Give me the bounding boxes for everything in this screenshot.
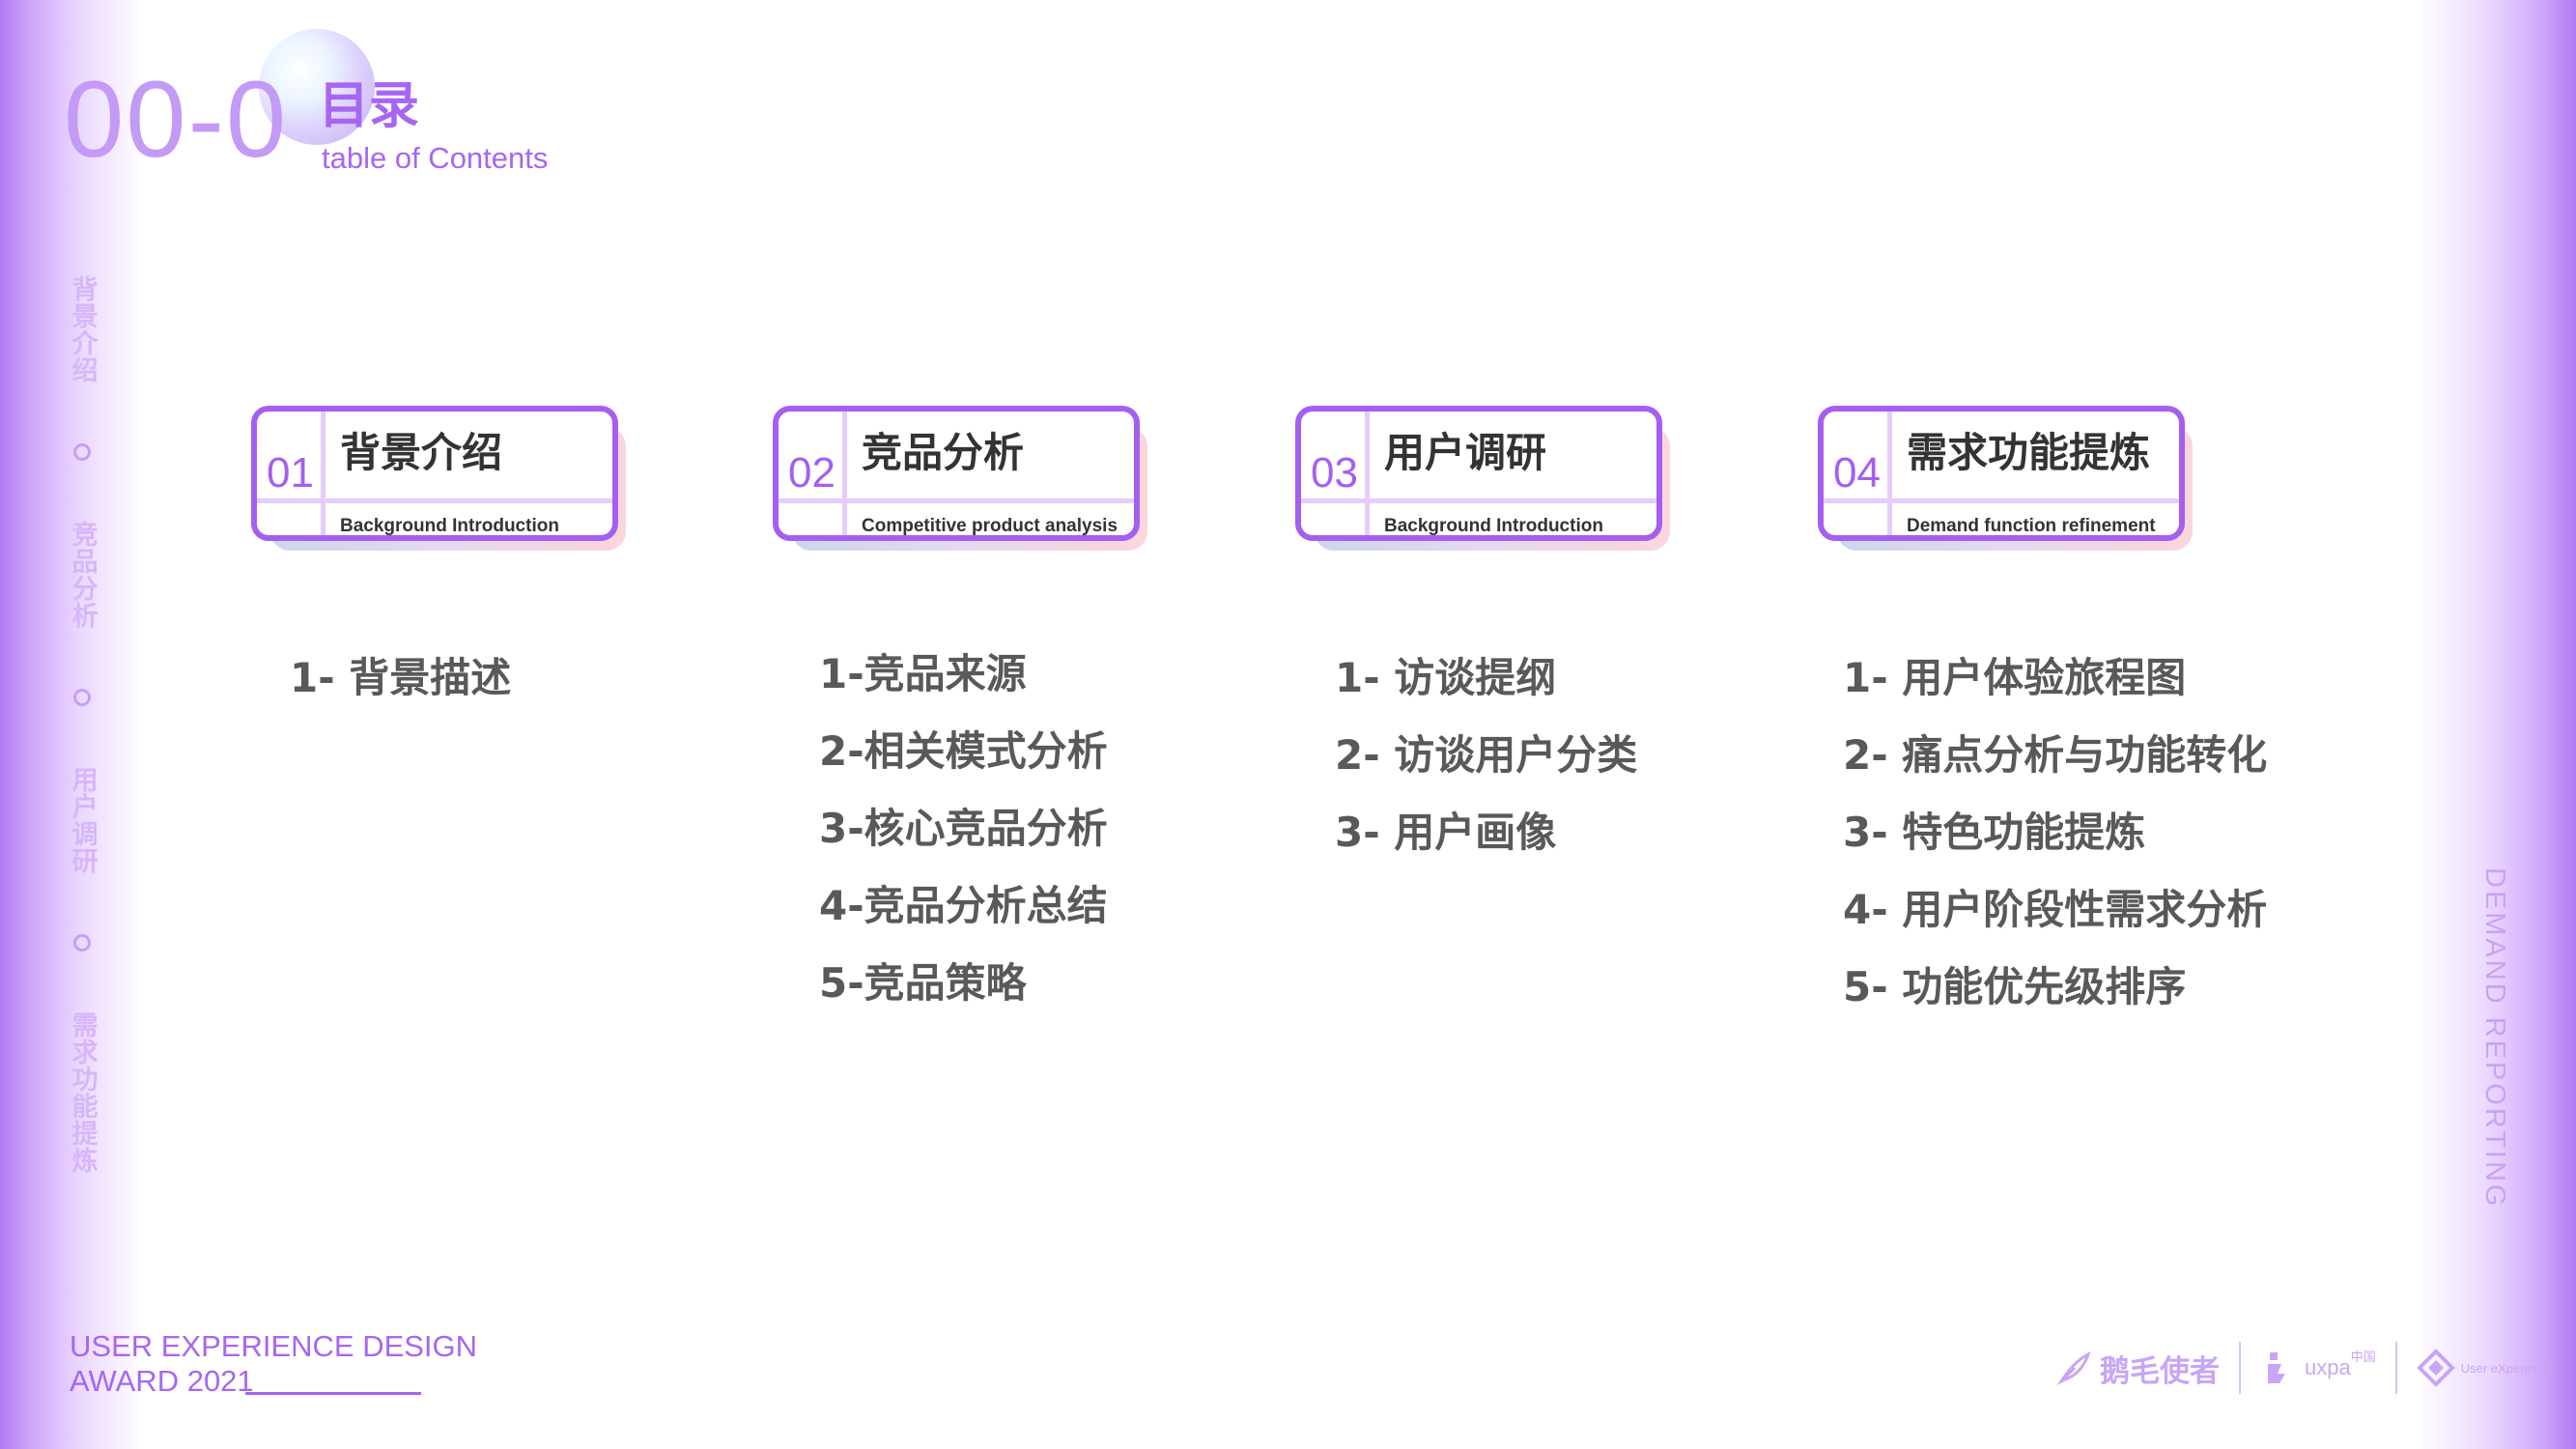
card-number: 04 bbox=[1833, 449, 1881, 497]
card-subtitle: Background Introduction bbox=[340, 516, 559, 536]
logo-divider bbox=[2394, 1342, 2397, 1394]
card-divider-vertical bbox=[842, 412, 847, 535]
list-item[interactable]: 2- 痛点分析与功能转化 bbox=[1843, 724, 2267, 802]
section-card-03[interactable]: 03 用户调研 Background Introduction bbox=[1295, 406, 1672, 551]
side-nav-requirements[interactable]: 需求功能提炼 bbox=[68, 1011, 98, 1174]
card-title: 竞品分析 bbox=[862, 429, 1025, 476]
card-divider-horizontal bbox=[1301, 498, 1656, 503]
award-line-1: USER EXPERIENCE DESIGN bbox=[70, 1329, 478, 1363]
list-item[interactable]: 3-核心竞品分析 bbox=[819, 798, 1108, 875]
list-item[interactable]: 2-相关模式分析 bbox=[819, 721, 1108, 798]
side-navigation: 背景介绍 竞品分析 用户调研 需求功能提炼 bbox=[64, 275, 100, 1174]
card-frame: 01 背景介绍 Background Introduction bbox=[251, 406, 618, 541]
ux-logo-text: User eXperience bbox=[2460, 1360, 2555, 1376]
side-nav-research[interactable]: 用户调研 bbox=[68, 766, 98, 874]
card-divider-horizontal bbox=[778, 498, 1134, 503]
section-01-list: 1- 背景描述 bbox=[290, 647, 511, 724]
list-item[interactable]: 3- 用户画像 bbox=[1335, 802, 1637, 879]
side-nav-competitive[interactable]: 竞品分析 bbox=[68, 521, 98, 629]
card-frame: 03 用户调研 Background Introduction bbox=[1295, 406, 1662, 541]
section-04-list: 1- 用户体验旅程图 2- 痛点分析与功能转化 3- 特色功能提炼 4- 用户阶… bbox=[1843, 647, 2267, 1034]
list-item[interactable]: 5- 功能优先级排序 bbox=[1843, 956, 2267, 1034]
side-nav-dot bbox=[73, 443, 91, 461]
ux-diamond-icon bbox=[2416, 1349, 2455, 1387]
section-02-list: 1-竞品来源 2-相关模式分析 3-核心竞品分析 4-竞品分析总结 5-竞品策略 bbox=[819, 643, 1108, 1030]
side-nav-background[interactable]: 背景介绍 bbox=[68, 275, 98, 384]
card-title: 需求功能提炼 bbox=[1907, 429, 2151, 476]
side-nav-dot bbox=[73, 689, 91, 706]
card-number: 01 bbox=[267, 449, 314, 497]
list-item[interactable]: 1- 访谈提纲 bbox=[1335, 647, 1637, 724]
right-gradient-edge bbox=[2417, 0, 2576, 1449]
page-subtitle: table of Contents bbox=[322, 141, 549, 175]
page-title: 目录 bbox=[319, 77, 420, 135]
list-item[interactable]: 1- 背景描述 bbox=[290, 647, 511, 724]
card-number: 02 bbox=[788, 449, 835, 497]
list-item[interactable]: 1- 用户体验旅程图 bbox=[1843, 647, 2267, 724]
card-divider-horizontal bbox=[1824, 498, 2179, 503]
card-subtitle: Competitive product analysis bbox=[862, 516, 1118, 536]
list-item[interactable]: 4- 用户阶段性需求分析 bbox=[1843, 879, 2267, 956]
section-card-04[interactable]: 04 需求功能提炼 Demand function refinement bbox=[1818, 406, 2194, 551]
card-frame: 04 需求功能提炼 Demand function refinement bbox=[1818, 406, 2185, 541]
uxpa-figure-icon bbox=[2268, 1352, 2285, 1383]
section-number: 00-0 bbox=[64, 59, 289, 180]
card-subtitle: Background Introduction bbox=[1384, 516, 1603, 536]
brand-logo-text: 鹅毛使者 bbox=[2100, 1353, 2220, 1389]
card-divider-horizontal bbox=[257, 498, 612, 503]
uxpa-badge: 中国 bbox=[2350, 1350, 2376, 1364]
card-divider-vertical bbox=[1887, 412, 1892, 535]
award-underline bbox=[245, 1392, 421, 1395]
logo-divider bbox=[2239, 1342, 2241, 1394]
section-03-list: 1- 访谈提纲 2- 访谈用户分类 3- 用户画像 bbox=[1335, 647, 1637, 879]
card-title: 背景介绍 bbox=[340, 429, 503, 476]
list-item[interactable]: 3- 特色功能提炼 bbox=[1843, 802, 2267, 879]
card-subtitle: Demand function refinement bbox=[1907, 516, 2156, 536]
card-divider-vertical bbox=[1365, 412, 1370, 535]
section-card-02[interactable]: 02 竞品分析 Competitive product analysis bbox=[773, 406, 1149, 551]
card-title: 用户调研 bbox=[1384, 429, 1547, 476]
side-nav-dot bbox=[73, 934, 91, 952]
card-divider-vertical bbox=[321, 412, 326, 535]
card-number: 03 bbox=[1311, 449, 1358, 497]
section-card-01[interactable]: 01 背景介绍 Background Introduction bbox=[251, 406, 628, 551]
list-item[interactable]: 4-竞品分析总结 bbox=[819, 875, 1108, 952]
vertical-label-right: DEMAND REPORTING bbox=[2479, 867, 2510, 1209]
award-text: USER EXPERIENCE DESIGN AWARD 2021 bbox=[70, 1329, 477, 1399]
uxpa-logo-text: uxpa bbox=[2305, 1355, 2351, 1379]
list-item[interactable]: 1-竞品来源 bbox=[819, 643, 1108, 721]
list-item[interactable]: 5-竞品策略 bbox=[819, 952, 1108, 1030]
partner-logos: 鹅毛使者 uxpa 中国 User eXperience bbox=[2055, 1339, 2555, 1397]
feather-icon bbox=[2056, 1351, 2091, 1385]
list-item[interactable]: 2- 访谈用户分类 bbox=[1335, 724, 1637, 802]
card-frame: 02 竞品分析 Competitive product analysis bbox=[773, 406, 1140, 541]
